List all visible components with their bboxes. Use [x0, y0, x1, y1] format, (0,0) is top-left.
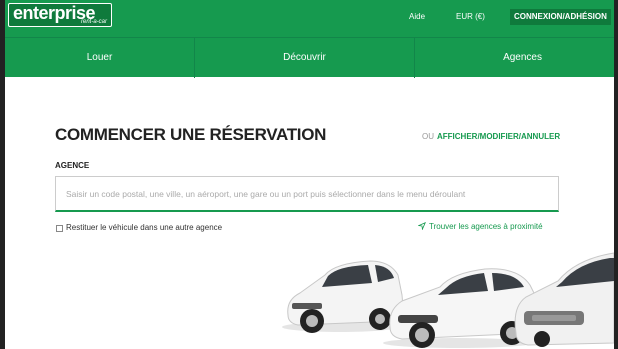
login-button[interactable]: CONNEXION/ADHÉSION: [510, 9, 611, 25]
help-link[interactable]: Aide: [409, 12, 425, 21]
cars-image: [282, 252, 614, 348]
return-elsewhere-checkbox[interactable]: [56, 225, 63, 232]
currency-selector[interactable]: EUR (€): [456, 12, 485, 21]
car-suv: [514, 252, 614, 347]
nav-item-louer[interactable]: Louer: [5, 38, 194, 78]
location-arrow-icon: [417, 222, 426, 231]
page-title: COMMENCER UNE RÉSERVATION: [55, 125, 327, 144]
car-hatchback: [282, 260, 403, 333]
location-search-input[interactable]: [55, 176, 559, 212]
main-nav: Louer Découvrir Agences: [5, 37, 614, 78]
return-elsewhere-label: Restituer le véhicule dans une autre age…: [66, 223, 223, 232]
enterprise-logo[interactable]: enterprise rent-a-car: [8, 3, 112, 27]
nav-item-decouvrir[interactable]: Découvrir: [195, 38, 414, 78]
find-nearby-label: Trouver les agences à proximité: [429, 222, 543, 231]
or-label: OU: [422, 132, 434, 141]
logo-subtext: rent-a-car: [80, 19, 107, 25]
location-label: AGENCE: [55, 161, 90, 170]
page: enterprise rent-a-car Aide EUR (€) CONNE…: [5, 0, 614, 349]
top-bar: enterprise rent-a-car Aide EUR (€) CONNE…: [5, 0, 614, 37]
nav-item-agences[interactable]: Agences: [415, 38, 614, 78]
manage-reservation-link[interactable]: AFFICHER/MODIFIER/ANNULER: [437, 132, 560, 141]
find-nearby-link[interactable]: Trouver les agences à proximité: [417, 222, 543, 231]
